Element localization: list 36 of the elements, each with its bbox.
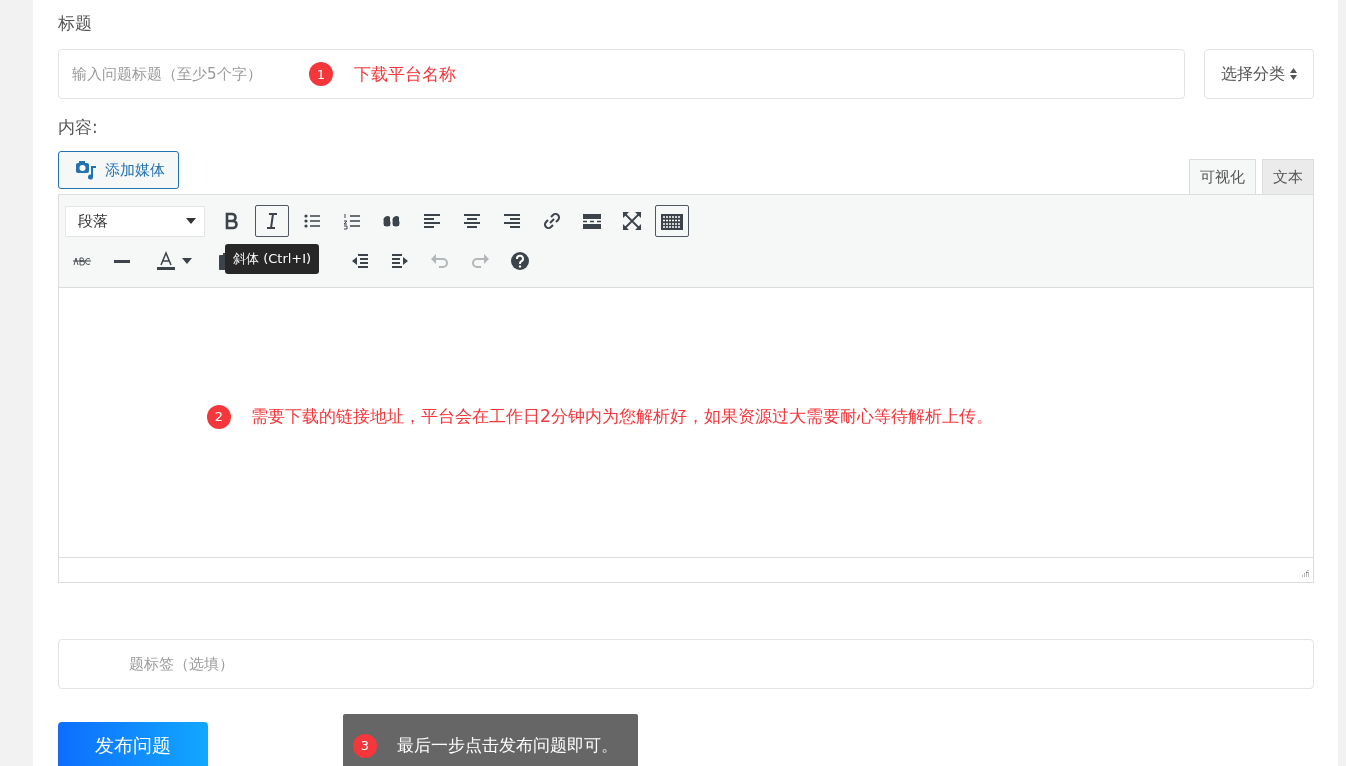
number-badge: 1	[309, 62, 333, 86]
title-input[interactable]: 输入问题标题（至少5个字） 1 下载平台名称	[58, 49, 1185, 99]
dropdown-caret-icon	[182, 258, 192, 264]
keyboard-icon	[660, 211, 684, 231]
publish-button[interactable]: 发布问题	[58, 722, 208, 766]
align-left-icon	[422, 211, 442, 231]
resize-handle-icon	[1300, 569, 1309, 578]
number-badge: 2	[207, 404, 231, 429]
category-select[interactable]: 选择分类	[1204, 49, 1314, 99]
fullscreen-icon	[622, 211, 642, 231]
format-select[interactable]: 段落	[65, 205, 205, 237]
editor-area[interactable]: 2 需要下载的链接地址，平台会在工作日2分钟内为您解析好，如果资源过大需要耐心等待解析上传。	[59, 288, 1313, 557]
toolbar-button[interactable]	[655, 205, 689, 237]
link-icon	[542, 211, 562, 231]
toolbar-button[interactable]	[255, 205, 289, 237]
outdent-icon	[350, 251, 371, 271]
text-color-icon	[156, 251, 176, 271]
redo-icon	[470, 251, 491, 271]
tooltip: 斜体 (Ctrl+I)	[225, 244, 320, 274]
annotation-text: 下载平台名称	[354, 62, 456, 86]
tags-input[interactable]: 题标签（选填）	[58, 639, 1314, 689]
dropdown-caret-icon	[186, 218, 196, 224]
sort-arrows-icon	[1290, 68, 1297, 80]
field-label: 内容:	[58, 116, 99, 139]
help-icon	[510, 251, 531, 271]
camera-music-icon	[75, 160, 97, 180]
add-media-button[interactable]: 添加媒体	[58, 151, 179, 189]
editor-tab[interactable]: 文本	[1262, 159, 1314, 194]
number-badge: 3	[353, 733, 377, 758]
read-more-icon	[582, 211, 602, 231]
field-label: 标题	[58, 12, 93, 35]
align-right-icon	[502, 211, 522, 231]
numbered-list-icon	[342, 211, 362, 231]
editor-tab[interactable]: 可视化	[1189, 159, 1256, 194]
align-center-icon	[462, 211, 482, 231]
annotation-text: 需要下载的链接地址，平台会在工作日2分钟内为您解析好，如果资源过大需要耐心等待解析上传。	[251, 405, 993, 428]
